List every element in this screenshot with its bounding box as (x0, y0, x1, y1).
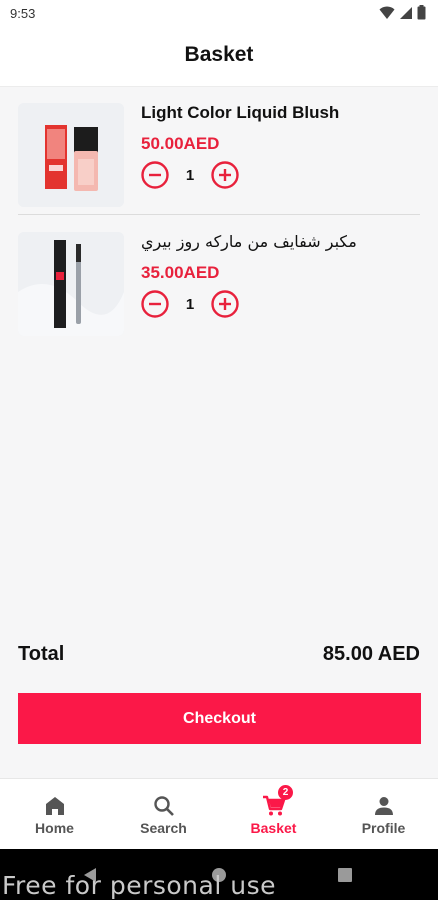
blush-bottle-image (18, 103, 124, 207)
cart-list: Light Color Liquid Blush 50.00AED 1 مكبر… (0, 87, 438, 777)
product-price: 35.00AED (141, 263, 220, 282)
nav-label: Profile (361, 820, 406, 836)
battery-icon (417, 5, 426, 20)
home-icon (45, 797, 64, 815)
product-name[interactable]: Light Color Liquid Blush (141, 103, 339, 123)
product-image[interactable] (18, 103, 124, 207)
product-image[interactable] (18, 232, 124, 336)
increase-quantity-button[interactable] (211, 161, 239, 189)
nav-item-home[interactable]: Home (0, 779, 109, 850)
nav-label: Basket (250, 820, 297, 836)
total-value: 85.00 AED (322, 643, 420, 665)
nav-label: Search (140, 820, 187, 836)
cart-item: Light Color Liquid Blush 50.00AED 1 (0, 87, 438, 215)
page-title: Basket (184, 43, 254, 66)
search-icon (153, 796, 174, 816)
recents-icon[interactable] (337, 867, 353, 883)
status-bar: 9:53 (0, 0, 438, 28)
product-price: 50.00AED (141, 134, 220, 153)
nav-item-basket[interactable]: 2 Basket (219, 779, 328, 850)
cart-item: مكبر شفايف من ماركه روز بيري 35.00AED 1 (0, 216, 438, 344)
decrease-quantity-button[interactable] (141, 161, 169, 189)
quantity-value: 1 (185, 166, 195, 184)
profile-icon (374, 797, 393, 815)
quantity-stepper: 1 (141, 290, 239, 318)
status-time: 9:53 (10, 6, 36, 21)
cart-count-badge: 2 (278, 785, 293, 800)
decrease-quantity-button[interactable] (141, 290, 169, 318)
wifi-icon (379, 6, 395, 19)
nav-label: Home (35, 820, 74, 836)
status-icons (379, 5, 426, 20)
lip-plumper-image (18, 232, 124, 336)
checkout-button[interactable]: Checkout (18, 693, 421, 744)
nav-item-search[interactable]: Search (109, 779, 218, 850)
total-label: Total (18, 643, 65, 665)
quantity-value: 1 (185, 295, 195, 313)
signal-icon (400, 6, 412, 19)
nav-item-profile[interactable]: Profile (329, 779, 438, 850)
quantity-stepper: 1 (141, 161, 239, 189)
bottom-nav: Home Search 2 Basket Profile (0, 778, 438, 850)
item-divider (18, 214, 420, 215)
app-bar: Basket (0, 28, 438, 87)
increase-quantity-button[interactable] (211, 290, 239, 318)
product-name[interactable]: مكبر شفايف من ماركه روز بيري (141, 232, 357, 251)
watermark-text: Free for personal use (2, 871, 276, 900)
